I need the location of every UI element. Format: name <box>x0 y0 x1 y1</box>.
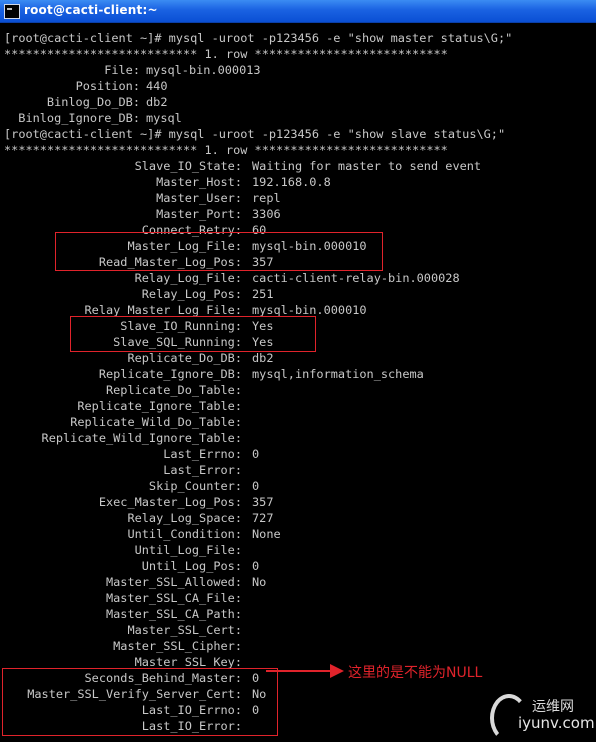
row-separator: *************************** 1. row *****… <box>4 143 448 157</box>
status-key: Until_Log_Pos: <box>141 559 242 573</box>
status-value: 3306 <box>252 207 281 221</box>
status-value: db2 <box>146 95 168 109</box>
command-line: [root@cacti-client ~]# mysql -uroot -p12… <box>4 31 513 45</box>
command-line: [root@cacti-client ~]# mysql -uroot -p12… <box>4 127 506 141</box>
highlight-box-log-pos <box>55 232 383 271</box>
status-key: Replicate_Wild_Ignore_Table: <box>41 431 242 445</box>
status-key: Until_Condition: <box>127 527 242 541</box>
terminal-icon <box>4 4 20 19</box>
status-key: Replicate_Do_Table: <box>105 383 242 397</box>
status-value: mysql <box>146 111 182 125</box>
status-key: Last_Error: <box>163 463 242 477</box>
status-key: Skip_Counter: <box>148 479 242 493</box>
status-key: Until_Log_File: <box>134 543 242 557</box>
status-value: None <box>252 527 281 541</box>
status-value: 0 <box>252 479 260 493</box>
status-key: Master_SSL_Cert: <box>127 623 242 637</box>
status-key: Replicate_Do_DB: <box>127 351 242 365</box>
annotation-note: 这里的是不能为NULL <box>348 665 483 681</box>
status-value: Waiting for master to send event <box>252 159 482 173</box>
status-key: Master_User: <box>156 191 242 205</box>
watermark: 运维网 iyunv.com <box>490 694 595 742</box>
status-value: 727 <box>252 511 274 525</box>
status-key: Last_Errno: <box>163 447 242 461</box>
status-key: Replicate_Ignore_DB: <box>98 367 242 381</box>
status-key: Binlog_Ignore_DB: <box>18 111 140 125</box>
status-value: 440 <box>146 79 168 93</box>
status-key: Relay_Log_Space: <box>127 511 242 525</box>
status-key: Slave_IO_State: <box>134 159 242 173</box>
watermark-url: iyunv.com <box>518 714 595 732</box>
annotation-arrow-shaft <box>266 670 332 672</box>
status-value: db2 <box>252 351 274 365</box>
watermark-brand: 运维网 <box>532 699 574 715</box>
status-value: mysql,information_schema <box>252 367 424 381</box>
status-value: 192.168.0.8 <box>252 175 331 189</box>
status-key: Position: <box>75 79 140 93</box>
highlight-box-seconds-behind <box>2 668 278 736</box>
status-value: cacti-client-relay-bin.000028 <box>252 271 460 285</box>
window-titlebar[interactable]: root@cacti-client:~ <box>0 0 596 23</box>
status-key: Relay_Log_File: <box>134 271 242 285</box>
status-value: 0 <box>252 559 260 573</box>
status-key: Replicate_Ignore_Table: <box>77 399 242 413</box>
status-key: Binlog_Do_DB: <box>46 95 140 109</box>
status-value: mysql-bin.000013 <box>146 63 261 77</box>
status-value: 0 <box>252 447 260 461</box>
status-key: Master_Port: <box>156 207 242 221</box>
status-key: Master_SSL_Allowed: <box>105 575 242 589</box>
status-value: 251 <box>252 287 274 301</box>
terminal-output[interactable]: [root@cacti-client ~]# mysql -uroot -p12… <box>0 30 596 736</box>
status-key: Master_SSL_CA_File: <box>105 591 242 605</box>
status-value: 357 <box>252 495 274 509</box>
row-separator: *************************** 1. row *****… <box>4 47 448 61</box>
status-key: Master_SSL_CA_Path: <box>105 607 242 621</box>
status-key: Master_Host: <box>156 175 242 189</box>
status-value: No <box>252 575 267 589</box>
highlight-box-running <box>70 316 316 352</box>
status-key: Master_SSL_Cipher: <box>113 639 242 653</box>
status-key: Exec_Master_Log_Pos: <box>98 495 242 509</box>
status-key: Relay_Log_Pos: <box>141 287 242 301</box>
status-key: File: <box>104 63 140 77</box>
status-value: repl <box>252 191 281 205</box>
window-title: root@cacti-client:~ <box>24 3 158 17</box>
annotation-arrow-icon <box>330 664 344 678</box>
status-key: Replicate_Wild_Do_Table: <box>70 415 242 429</box>
